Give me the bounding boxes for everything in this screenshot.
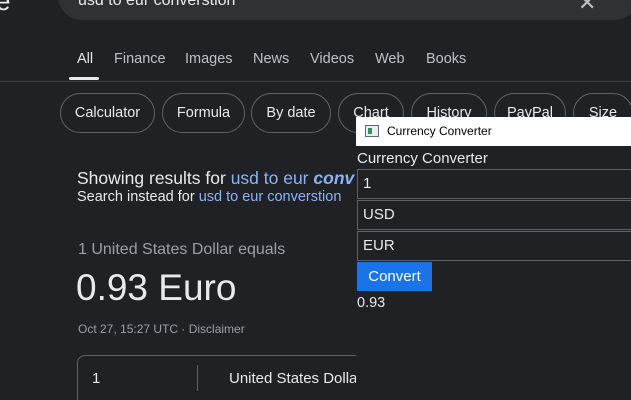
tab-finance[interactable]: Finance [114,51,166,67]
corrected-query-link[interactable]: usd to eur [231,168,314,188]
convert-button[interactable]: Convert [357,262,432,291]
tab-books[interactable]: Books [426,51,466,67]
result-meta: Oct 27, 15:27 UTC · Disclaimer [78,322,245,336]
window-titlebar[interactable]: Currency Converter [356,117,631,146]
converter-divider [197,365,198,391]
chip-by-date[interactable]: By date [251,93,331,133]
disclaimer-link[interactable]: Disclaimer [189,322,245,336]
currency-select[interactable]: United States Dolla [229,370,357,387]
conversion-equals-text: 1 United States Dollar equals [78,241,286,258]
converter-heading: Currency Converter [357,150,488,167]
conversion-result: 0.93 Euro [76,267,237,308]
app-icon [365,125,379,137]
tab-web[interactable]: Web [375,51,405,67]
meta-separator: · [178,322,189,336]
amount-field[interactable]: 1 [357,169,631,199]
tab-images[interactable]: Images [185,51,233,67]
tab-videos[interactable]: Videos [310,51,354,67]
tab-all[interactable]: All [77,51,93,67]
showing-prefix: Showing results for [77,168,231,188]
from-currency-field[interactable]: USD [357,200,631,230]
active-tab-indicator [69,77,99,80]
chip-calculator[interactable]: Calculator [60,93,155,133]
corrected-query-bold[interactable]: conv [313,168,354,188]
instead-prefix: Search instead for [77,189,199,205]
currency-converter-window: Currency Converter Currency Converter 1 … [356,117,631,400]
search-input[interactable]: usd to eur converstion [78,0,235,10]
google-logo-fragment[interactable]: e [0,0,10,17]
spelling-correction: Showing results for usd to eur conv [77,168,354,189]
to-currency-field[interactable]: EUR [357,231,631,261]
original-query-link[interactable]: usd to eur converstion [199,189,342,205]
converter-result: 0.93 [357,295,386,311]
search-tabs: All Finance Images News Videos Web Books [0,50,631,82]
amount-input[interactable]: 1 [92,370,100,387]
tab-news[interactable]: News [253,51,289,67]
window-title: Currency Converter [387,124,492,138]
result-timestamp: Oct 27, 15:27 UTC [78,322,179,336]
chip-formula[interactable]: Formula [162,93,245,133]
search-instead: Search instead for usd to eur converstio… [77,189,341,205]
close-icon[interactable]: ✕ [578,0,596,16]
